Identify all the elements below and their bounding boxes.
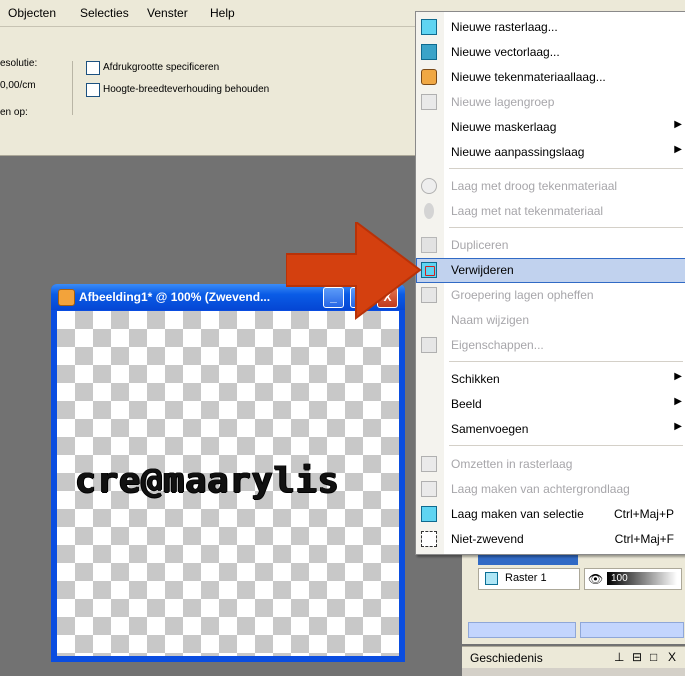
menu-item-label: Eigenschappen... bbox=[451, 338, 544, 352]
menu-item-label: Nieuwe vectorlaag... bbox=[451, 45, 560, 59]
menu-item-wet-media-layer[interactable]: Laag met nat tekenmateriaal bbox=[416, 199, 685, 224]
image-icon bbox=[58, 289, 75, 306]
menu-help[interactable]: Help bbox=[210, 6, 235, 20]
menu-item-arrange[interactable]: Schikken ▶ bbox=[416, 367, 685, 392]
history-panel-header: Geschiedenis ⊥ ⊟ □ X bbox=[462, 646, 685, 669]
image-canvas[interactable]: cre@maarylis bbox=[57, 311, 399, 656]
pin-icon[interactable]: ⊥ bbox=[614, 650, 624, 664]
collapse-icon[interactable]: ⊟ bbox=[632, 650, 642, 664]
menu-item-shortcut: Ctrl+Maj+P bbox=[613, 507, 674, 521]
submenu-arrow-icon: ▶ bbox=[674, 144, 682, 155]
visibility-eye-icon[interactable]: 👁 bbox=[588, 572, 603, 586]
resolution-label: esolutie: bbox=[0, 58, 38, 69]
menu-item-defloat[interactable]: Niet-zwevend Ctrl+Maj+F bbox=[416, 527, 685, 552]
menu-item-label: Laag maken van achtergrondlaag bbox=[451, 482, 630, 496]
submenu-arrow-icon: ▶ bbox=[674, 396, 682, 407]
submenu-arrow-icon: ▶ bbox=[674, 421, 682, 432]
layer-name: Raster 1 bbox=[505, 572, 547, 584]
menu-item-label: Schikken bbox=[451, 372, 500, 386]
raster-layer-icon bbox=[485, 572, 498, 585]
dry-media-icon bbox=[421, 178, 437, 194]
menu-item-dry-media-layer[interactable]: Laag met droog tekenmateriaal bbox=[416, 174, 685, 199]
aspect-ratio-label: Hoogte-breedteverhouding behouden bbox=[103, 84, 270, 95]
menu-item-label: Nieuwe rasterlaag... bbox=[451, 20, 558, 34]
menu-item-label: Naam wijzigen bbox=[451, 313, 530, 327]
layer-from-selection-icon bbox=[421, 506, 437, 522]
promote-background-icon bbox=[421, 481, 437, 497]
image-window-title: Afbeelding1* @ 100% (Zwevend... bbox=[79, 290, 271, 304]
wet-media-icon bbox=[424, 203, 434, 219]
submenu-arrow-icon: ▶ bbox=[674, 119, 682, 130]
canvas-text: cre@maarylis bbox=[75, 461, 340, 501]
history-panel-title: Geschiedenis bbox=[470, 651, 543, 665]
defloat-icon bbox=[421, 531, 437, 547]
menu-item-properties[interactable]: Eigenschappen... bbox=[416, 333, 685, 358]
menu-item-promote-background[interactable]: Laag maken van achtergrondlaag bbox=[416, 477, 685, 502]
print-size-checkbox[interactable] bbox=[86, 61, 100, 75]
menu-item-label: Nieuwe aanpassingslaag bbox=[451, 145, 585, 159]
aspect-ratio-checkbox[interactable] bbox=[86, 83, 100, 97]
menu-item-label: Verwijderen bbox=[451, 263, 514, 277]
menu-selecties[interactable]: Selecties bbox=[80, 6, 129, 20]
menu-item-ungroup-layers[interactable]: Groepering lagen opheffen bbox=[416, 283, 685, 308]
menu-item-new-layer-group[interactable]: Nieuwe lagengroep bbox=[416, 90, 685, 115]
menu-item-new-vector-layer[interactable]: Nieuwe vectorlaag... bbox=[416, 40, 685, 65]
restore-icon[interactable]: □ bbox=[650, 650, 657, 664]
layer-row[interactable]: Raster 1 bbox=[478, 568, 580, 590]
menu-item-new-mask-layer[interactable]: Nieuwe maskerlaag ▶ bbox=[416, 115, 685, 140]
menu-item-new-raster-layer[interactable]: Nieuwe rasterlaag... bbox=[416, 15, 685, 40]
menu-item-label: Omzetten in rasterlaag bbox=[451, 457, 573, 471]
menu-separator bbox=[449, 361, 683, 362]
menu-item-layer-from-selection[interactable]: Laag maken van selectie Ctrl+Maj+P bbox=[416, 502, 685, 527]
menu-item-label: Groepering lagen opheffen bbox=[451, 288, 594, 302]
layer-group-icon bbox=[421, 94, 437, 110]
raster-layer-icon bbox=[421, 19, 437, 35]
menu-item-convert-to-raster[interactable]: Omzetten in rasterlaag bbox=[416, 452, 685, 477]
menu-item-label: Nieuwe tekenmateriaallaag... bbox=[451, 70, 606, 84]
divider bbox=[72, 61, 73, 115]
layers-context-menu: Nieuwe rasterlaag... Nieuwe vectorlaag..… bbox=[415, 11, 685, 555]
menu-item-duplicate[interactable]: Dupliceren bbox=[416, 233, 685, 258]
arrow-shape bbox=[286, 222, 422, 320]
menu-item-delete[interactable]: Verwijderen bbox=[416, 258, 685, 283]
menu-venster[interactable]: Venster bbox=[147, 6, 188, 20]
menu-item-new-adjustment-layer[interactable]: Nieuwe aanpassingslaag ▶ bbox=[416, 140, 685, 165]
menu-item-shortcut: Ctrl+Maj+F bbox=[614, 532, 674, 546]
menu-item-label: Samenvoegen bbox=[451, 422, 529, 436]
layers-scrollbar-right[interactable] bbox=[580, 622, 684, 638]
image-window: Afbeelding1* @ 100% (Zwevend... _ □ X cr… bbox=[51, 284, 405, 662]
menu-item-label: Laag met droog tekenmateriaal bbox=[451, 179, 618, 193]
menu-item-label: Laag met nat tekenmateriaal bbox=[451, 204, 604, 218]
convert-raster-icon bbox=[421, 456, 437, 472]
menu-objecten[interactable]: Objecten bbox=[8, 6, 56, 20]
menu-item-merge[interactable]: Samenvoegen ▶ bbox=[416, 417, 685, 442]
print-size-label: Afdrukgrootte specificeren bbox=[103, 62, 220, 73]
panel-bottom-strip bbox=[462, 668, 685, 676]
properties-icon bbox=[421, 337, 437, 353]
layers-scrollbar-left[interactable] bbox=[468, 622, 576, 638]
menu-item-new-art-media-layer[interactable]: Nieuwe tekenmateriaallaag... bbox=[416, 65, 685, 90]
vector-layer-icon bbox=[421, 44, 437, 60]
close-panel-icon[interactable]: X bbox=[668, 650, 676, 664]
menu-separator bbox=[449, 227, 683, 228]
menu-item-label: Laag maken van selectie bbox=[451, 507, 584, 521]
menu-separator bbox=[449, 168, 683, 169]
apply-label: en op: bbox=[0, 107, 28, 118]
menu-item-label: Dupliceren bbox=[451, 238, 509, 252]
menu-separator bbox=[449, 445, 683, 446]
menu-item-label: Nieuwe maskerlaag bbox=[451, 120, 557, 134]
menu-item-label: Niet-zwevend bbox=[451, 532, 524, 546]
resolution-value: 0,00/cm bbox=[0, 80, 36, 91]
menu-item-rename[interactable]: Naam wijzigen bbox=[416, 308, 685, 333]
opacity-slider[interactable]: 100 bbox=[607, 572, 677, 585]
art-media-layer-icon bbox=[421, 69, 437, 85]
layer-opacity-row[interactable]: 👁 100 bbox=[584, 568, 682, 590]
annotation-arrow-icon bbox=[286, 222, 422, 320]
menu-item-label: Nieuwe lagengroep bbox=[451, 95, 555, 109]
menu-item-label: Beeld bbox=[451, 397, 482, 411]
submenu-arrow-icon: ▶ bbox=[674, 371, 682, 382]
menu-item-view[interactable]: Beeld ▶ bbox=[416, 392, 685, 417]
